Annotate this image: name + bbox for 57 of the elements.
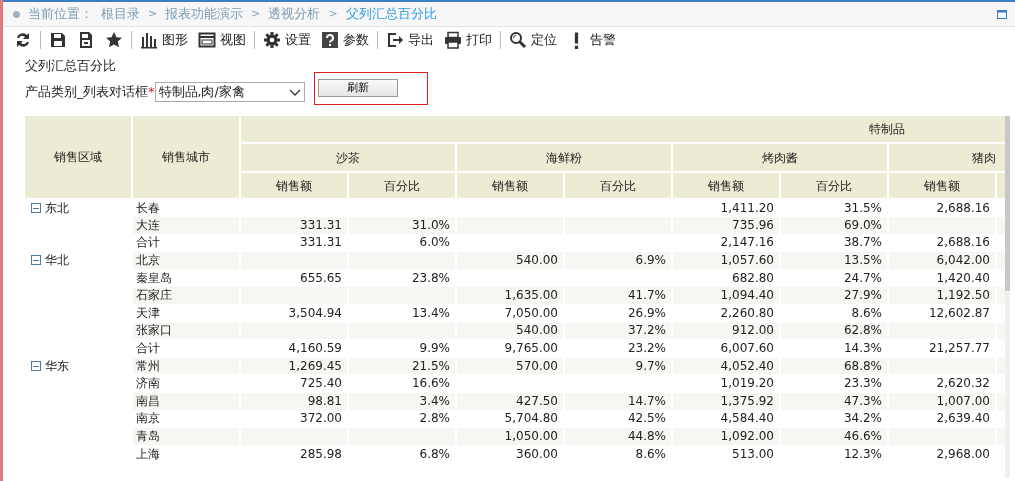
location-label: 当前位置： <box>28 5 93 24</box>
measure-header: 销售额 <box>240 172 348 199</box>
print-icon <box>444 31 462 49</box>
collapse-icon[interactable] <box>31 203 41 213</box>
collapse-icon[interactable] <box>31 360 41 371</box>
refresh-button[interactable]: 刷新 <box>317 78 398 97</box>
region-label: 华东 <box>45 358 69 373</box>
separator-text: > <box>148 5 158 22</box>
bullet-icon <box>13 10 20 18</box>
field-label: 产品类别_列表对话框 <box>25 82 149 101</box>
toolbar-button[interactable]: 打印 <box>439 28 497 52</box>
value-cell: 2,968.00 <box>888 445 996 463</box>
city-cell: 上海 <box>132 445 240 463</box>
measure-header: 销售额 <box>888 172 996 199</box>
toolbar-button[interactable]: 图形 <box>135 28 193 52</box>
value-cell: 513.00 <box>672 445 780 463</box>
required-mark: * <box>148 82 155 101</box>
product-header: 猪肉 <box>888 143 996 172</box>
toolbar-button[interactable]: 视图 <box>193 28 251 52</box>
export-icon <box>386 31 404 49</box>
product-header: 烤肉酱 <box>672 143 888 172</box>
measure-header: 百分比 <box>564 172 672 199</box>
scrollbar-thumb[interactable] <box>1005 116 1010 291</box>
exclamation-icon <box>574 31 579 49</box>
measure-header: 销售额 <box>456 172 564 199</box>
search-icon <box>509 31 527 49</box>
measure-header: 百分比 <box>348 172 456 199</box>
value-cell: 6.8% <box>348 445 456 463</box>
separator-text: > <box>328 5 338 22</box>
collapse-icon[interactable] <box>31 255 41 266</box>
maximize-icon[interactable] <box>997 9 1007 19</box>
toolbar-button[interactable]: 定位 <box>504 28 562 52</box>
bar-chart-icon <box>140 31 158 49</box>
value-cell: 360.00 <box>456 445 564 463</box>
measure-header: 销售额 <box>672 172 780 199</box>
measure-header: 百分比 <box>780 172 888 199</box>
toolbar-button[interactable]: 设置 <box>258 28 316 52</box>
region-label: 华北 <box>45 253 69 268</box>
separator-text: > <box>251 5 261 22</box>
column-header: 销售区域 <box>25 116 132 199</box>
settings-icon <box>263 31 281 49</box>
breadcrumb-current: 父列汇总百分比 <box>345 5 437 24</box>
category-select[interactable]: 特制品,肉/家禽 <box>154 82 305 103</box>
toolbar-button[interactable]: 参数 <box>316 28 374 52</box>
product-header: 沙茶 <box>240 143 456 172</box>
product-header: 海鲜粉 <box>456 143 672 172</box>
value-cell: 12.3% <box>780 445 888 463</box>
value-cell: 8.6% <box>564 445 672 463</box>
form-title: 父列汇总百分比 <box>25 57 117 75</box>
toolbar-button[interactable]: 导出 <box>381 28 439 52</box>
column-header: 销售城市 <box>132 116 240 199</box>
window-icon <box>198 31 216 49</box>
toolbar-button[interactable]: 告警 <box>562 28 621 52</box>
value-cell: 285.98 <box>240 445 348 463</box>
chevron-down-icon <box>288 88 301 96</box>
question-icon <box>321 31 339 49</box>
region-label: 东北 <box>45 201 69 215</box>
